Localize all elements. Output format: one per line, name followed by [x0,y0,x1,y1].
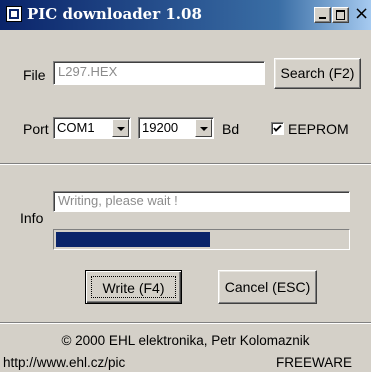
port-label: Port [23,121,49,137]
status-field: Writing, please wait ! [53,191,350,212]
eeprom-checkbox[interactable] [271,122,284,135]
info-label: Info [20,210,44,226]
focus-rectangle [91,276,176,298]
website-link[interactable]: http://www.ehl.cz/pic [3,355,125,370]
search-button[interactable]: Search (F2) [274,58,361,89]
license-text: FREEWARE [276,355,353,370]
write-button[interactable]: Write (F4) [85,270,182,304]
baud-unit-label: Bd [222,121,240,137]
checkmark-icon [273,124,282,132]
baud-select-value: 19200 [142,120,179,135]
progress-bar [53,229,350,250]
port-select[interactable]: COM1 [53,117,131,139]
minimize-button[interactable] [314,7,331,23]
copyright-text: © 2000 EHL elektronika, Petr Kolomaznik [61,333,310,348]
chevron-down-icon[interactable] [195,119,212,137]
maximize-button[interactable] [332,7,349,23]
eeprom-label[interactable]: EEPROM [288,121,349,137]
close-button[interactable]: × [352,4,371,24]
footer-divider [0,322,371,324]
app-icon[interactable] [6,6,22,22]
window-title: PIC downloader 1.08 [27,5,202,23]
chevron-down-icon[interactable] [112,119,129,137]
cancel-button[interactable]: Cancel (ESC) [218,270,317,304]
title-bar[interactable]: PIC downloader 1.08 × [0,0,371,30]
baud-select[interactable]: 19200 [138,117,214,139]
progress-fill [56,232,210,247]
file-path-field[interactable]: L297.HEX [53,61,265,85]
file-label: File [23,67,46,83]
port-select-value: COM1 [57,120,95,135]
section-divider [0,163,371,165]
